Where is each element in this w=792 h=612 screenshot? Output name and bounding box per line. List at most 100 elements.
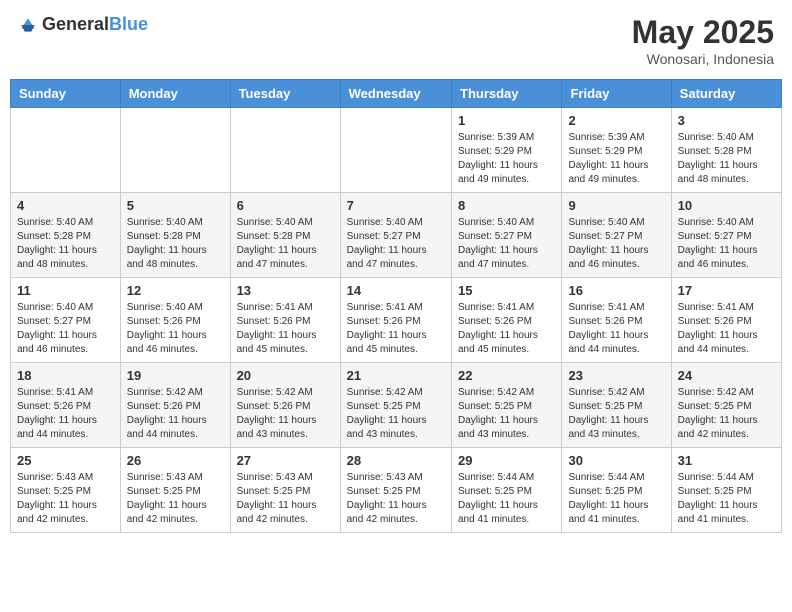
day-info: Sunrise: 5:40 AM Sunset: 5:28 PM Dayligh… bbox=[127, 216, 224, 272]
day-number: 10 bbox=[678, 198, 775, 213]
day-header-wednesday: Wednesday bbox=[340, 80, 451, 108]
calendar-cell: 2Sunrise: 5:39 AM Sunset: 5:29 PM Daylig… bbox=[562, 108, 671, 193]
calendar-header-row: SundayMondayTuesdayWednesdayThursdayFrid… bbox=[11, 80, 782, 108]
day-info: Sunrise: 5:43 AM Sunset: 5:25 PM Dayligh… bbox=[347, 471, 445, 527]
day-number: 15 bbox=[458, 283, 555, 298]
calendar-cell: 30 Sunrise: 5:44 AM Sunset: 5:25 PM Dayli… bbox=[562, 448, 671, 533]
calendar-cell: 31 Sunrise: 5:44 AM Sunset: 5:25 PM Dayli… bbox=[671, 448, 781, 533]
day-number: 27 bbox=[237, 453, 334, 468]
day-info: Sunrise: 5:42 AM Sunset: 5:25 PM Dayligh… bbox=[458, 386, 555, 442]
day-number: 22 bbox=[458, 368, 555, 383]
calendar-cell: 13 Sunrise: 5:41 AM Sunset: 5:26 PM Dayli… bbox=[230, 278, 340, 363]
calendar-cell: 27 Sunrise: 5:43 AM Sunset: 5:25 PM Dayli… bbox=[230, 448, 340, 533]
day-number: 7 bbox=[347, 198, 445, 213]
day-number: 8 bbox=[458, 198, 555, 213]
day-number: 4 bbox=[17, 198, 114, 213]
day-info: Sunrise: 5:40 AM Sunset: 5:27 PM Dayligh… bbox=[347, 216, 445, 272]
day-number: 2 bbox=[568, 113, 664, 128]
day-number: 16 bbox=[568, 283, 664, 298]
day-info: Sunrise: 5:41 AM Sunset: 5:26 PM Dayligh… bbox=[347, 301, 445, 357]
day-number: 20 bbox=[237, 368, 334, 383]
calendar-cell: 28 Sunrise: 5:43 AM Sunset: 5:25 PM Dayli… bbox=[340, 448, 451, 533]
calendar-cell: 10 Sunrise: 5:40 AM Sunset: 5:27 PM Dayli… bbox=[671, 193, 781, 278]
calendar-cell: 26 Sunrise: 5:43 AM Sunset: 5:25 PM Dayli… bbox=[120, 448, 230, 533]
calendar-week-row: 11Sunrise: 5:40 AM Sunset: 5:27 PM Dayli… bbox=[11, 278, 782, 363]
calendar-week-row: 25 Sunrise: 5:43 AM Sunset: 5:25 PM Dayli… bbox=[11, 448, 782, 533]
day-number: 30 bbox=[568, 453, 664, 468]
logo: GeneralBlue bbox=[18, 14, 148, 35]
day-number: 14 bbox=[347, 283, 445, 298]
day-info: Sunrise: 5:42 AM Sunset: 5:26 PM Dayligh… bbox=[127, 386, 224, 442]
day-number: 23 bbox=[568, 368, 664, 383]
day-header-sunday: Sunday bbox=[11, 80, 121, 108]
day-info: Sunrise: 5:43 AM Sunset: 5:25 PM Dayligh… bbox=[237, 471, 334, 527]
day-number: 18 bbox=[17, 368, 114, 383]
day-info: Sunrise: 5:41 AM Sunset: 5:26 PM Dayligh… bbox=[568, 301, 664, 357]
calendar-cell: 18 Sunrise: 5:41 AM Sunset: 5:26 PM Dayli… bbox=[11, 363, 121, 448]
day-number: 31 bbox=[678, 453, 775, 468]
day-info: Sunrise: 5:43 AM Sunset: 5:25 PM Dayligh… bbox=[127, 471, 224, 527]
day-info: Sunrise: 5:42 AM Sunset: 5:26 PM Dayligh… bbox=[237, 386, 334, 442]
calendar-cell: 15 Sunrise: 5:41 AM Sunset: 5:26 PM Dayli… bbox=[452, 278, 562, 363]
day-number: 13 bbox=[237, 283, 334, 298]
calendar-cell: 11Sunrise: 5:40 AM Sunset: 5:27 PM Dayli… bbox=[11, 278, 121, 363]
day-info: Sunrise: 5:42 AM Sunset: 5:25 PM Dayligh… bbox=[678, 386, 775, 442]
day-info: Sunrise: 5:41 AM Sunset: 5:26 PM Dayligh… bbox=[17, 386, 114, 442]
day-number: 26 bbox=[127, 453, 224, 468]
calendar-cell: 25Sunrise: 5:43 AM Sunset: 5:25 PM Dayli… bbox=[11, 448, 121, 533]
calendar-cell: 5Sunrise: 5:40 AM Sunset: 5:28 PM Daylig… bbox=[120, 193, 230, 278]
day-number: 29 bbox=[458, 453, 555, 468]
calendar-cell: 23Sunrise: 5:42 AM Sunset: 5:25 PM Dayli… bbox=[562, 363, 671, 448]
calendar-cell: 21Sunrise: 5:42 AM Sunset: 5:25 PM Dayli… bbox=[340, 363, 451, 448]
calendar-cell: 7 Sunrise: 5:40 AM Sunset: 5:27 PM Daylig… bbox=[340, 193, 451, 278]
day-info: Sunrise: 5:39 AM Sunset: 5:29 PM Dayligh… bbox=[458, 131, 555, 187]
day-number: 28 bbox=[347, 453, 445, 468]
day-number: 24 bbox=[678, 368, 775, 383]
day-info: Sunrise: 5:44 AM Sunset: 5:25 PM Dayligh… bbox=[678, 471, 775, 527]
calendar-cell: 22 Sunrise: 5:42 AM Sunset: 5:25 PM Dayli… bbox=[452, 363, 562, 448]
day-info: Sunrise: 5:40 AM Sunset: 5:26 PM Dayligh… bbox=[127, 301, 224, 357]
day-number: 12 bbox=[127, 283, 224, 298]
day-header-friday: Friday bbox=[562, 80, 671, 108]
day-number: 6 bbox=[237, 198, 334, 213]
calendar-cell: 8 Sunrise: 5:40 AM Sunset: 5:27 PM Daylig… bbox=[452, 193, 562, 278]
calendar-cell: 17 Sunrise: 5:41 AM Sunset: 5:26 PM Dayli… bbox=[671, 278, 781, 363]
day-header-tuesday: Tuesday bbox=[230, 80, 340, 108]
calendar-cell: 14 Sunrise: 5:41 AM Sunset: 5:26 PM Dayli… bbox=[340, 278, 451, 363]
calendar-cell bbox=[11, 108, 121, 193]
day-number: 25 bbox=[17, 453, 114, 468]
day-info: Sunrise: 5:40 AM Sunset: 5:27 PM Dayligh… bbox=[678, 216, 775, 272]
day-number: 1 bbox=[458, 113, 555, 128]
day-info: Sunrise: 5:44 AM Sunset: 5:25 PM Dayligh… bbox=[458, 471, 555, 527]
day-info: Sunrise: 5:41 AM Sunset: 5:26 PM Dayligh… bbox=[237, 301, 334, 357]
day-info: Sunrise: 5:41 AM Sunset: 5:26 PM Dayligh… bbox=[458, 301, 555, 357]
day-number: 9 bbox=[568, 198, 664, 213]
title-block: May 2025 Wonosari, Indonesia bbox=[632, 14, 774, 67]
day-number: 17 bbox=[678, 283, 775, 298]
calendar-cell: 20 Sunrise: 5:42 AM Sunset: 5:26 PM Dayli… bbox=[230, 363, 340, 448]
day-info: Sunrise: 5:44 AM Sunset: 5:25 PM Dayligh… bbox=[568, 471, 664, 527]
calendar-cell: 9 Sunrise: 5:40 AM Sunset: 5:27 PM Daylig… bbox=[562, 193, 671, 278]
calendar-cell: 1 Sunrise: 5:39 AM Sunset: 5:29 PM Daylig… bbox=[452, 108, 562, 193]
day-header-monday: Monday bbox=[120, 80, 230, 108]
logo-general-text: GeneralBlue bbox=[42, 14, 148, 35]
location-title: Wonosari, Indonesia bbox=[632, 51, 774, 67]
calendar-cell: 4 Sunrise: 5:40 AM Sunset: 5:28 PM Daylig… bbox=[11, 193, 121, 278]
day-info: Sunrise: 5:40 AM Sunset: 5:27 PM Dayligh… bbox=[458, 216, 555, 272]
calendar-cell: 16 Sunrise: 5:41 AM Sunset: 5:26 PM Dayli… bbox=[562, 278, 671, 363]
calendar-table: SundayMondayTuesdayWednesdayThursdayFrid… bbox=[10, 79, 782, 533]
day-info: Sunrise: 5:40 AM Sunset: 5:27 PM Dayligh… bbox=[568, 216, 664, 272]
day-number: 19 bbox=[127, 368, 224, 383]
day-header-thursday: Thursday bbox=[452, 80, 562, 108]
day-number: 3 bbox=[678, 113, 775, 128]
day-info: Sunrise: 5:41 AM Sunset: 5:26 PM Dayligh… bbox=[678, 301, 775, 357]
calendar-cell: 3Sunrise: 5:40 AM Sunset: 5:28 PM Daylig… bbox=[671, 108, 781, 193]
logo-icon bbox=[18, 15, 38, 35]
day-info: Sunrise: 5:40 AM Sunset: 5:28 PM Dayligh… bbox=[237, 216, 334, 272]
calendar-cell: 19 Sunrise: 5:42 AM Sunset: 5:26 PM Dayli… bbox=[120, 363, 230, 448]
calendar-cell bbox=[340, 108, 451, 193]
calendar-cell: 12 Sunrise: 5:40 AM Sunset: 5:26 PM Dayli… bbox=[120, 278, 230, 363]
calendar-cell: 24 Sunrise: 5:42 AM Sunset: 5:25 PM Dayli… bbox=[671, 363, 781, 448]
day-info: Sunrise: 5:40 AM Sunset: 5:28 PM Dayligh… bbox=[17, 216, 114, 272]
calendar-week-row: 4 Sunrise: 5:40 AM Sunset: 5:28 PM Daylig… bbox=[11, 193, 782, 278]
